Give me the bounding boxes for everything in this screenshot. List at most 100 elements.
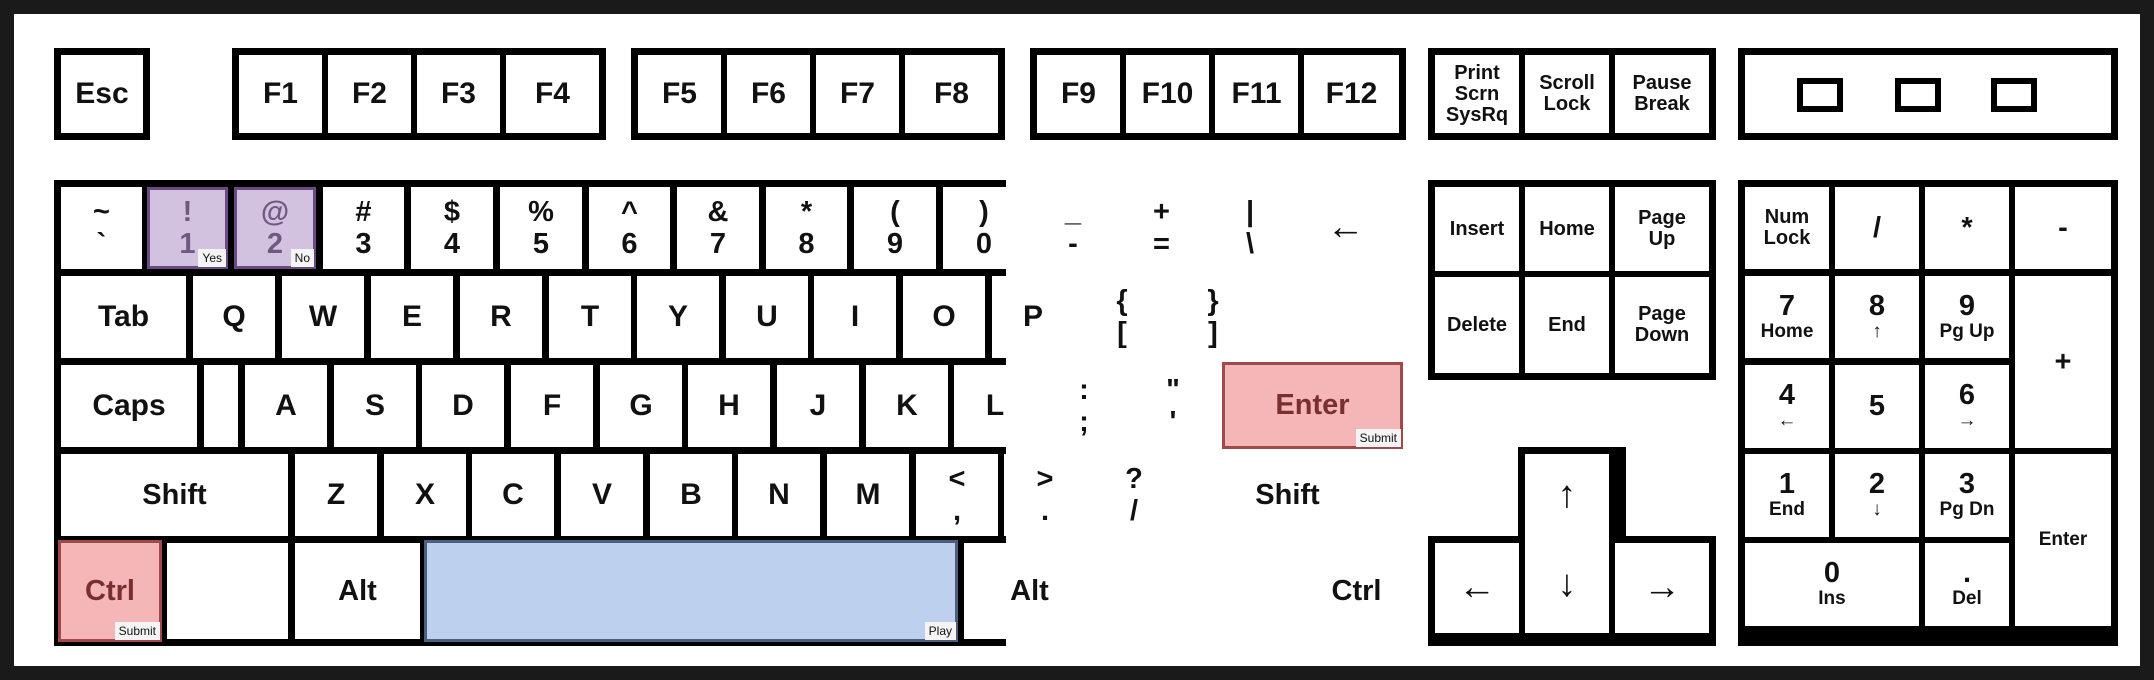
key-tab[interactable]: Tab	[61, 276, 186, 358]
key-k[interactable]: K	[866, 365, 948, 447]
key-right-win[interactable]	[1102, 543, 1226, 639]
key-x[interactable]: X	[384, 454, 466, 536]
key-i[interactable]: I	[814, 276, 896, 358]
key-arrow-down[interactable]: ↓	[1525, 536, 1609, 633]
key-numpad-5[interactable]: 5	[1835, 365, 1919, 448]
key-arrow-right[interactable]: →	[1615, 543, 1709, 633]
key-f3[interactable]: F3	[417, 55, 500, 133]
key-insert[interactable]: Insert	[1435, 187, 1519, 271]
key-num-lock[interactable]: Num Lock	[1745, 187, 1829, 269]
key-left-shift[interactable]: Shift	[61, 454, 288, 536]
key-d[interactable]: D	[422, 365, 504, 447]
key-backspace[interactable]: ←	[1298, 187, 1393, 269]
key-t[interactable]: T	[549, 276, 631, 358]
key-m[interactable]: M	[827, 454, 909, 536]
key-arrow-left[interactable]: ←	[1435, 543, 1519, 633]
key-numpad-divide[interactable]: /	[1835, 187, 1919, 269]
key-6[interactable]: ^ 6	[589, 187, 670, 269]
key-3[interactable]: #3	[323, 187, 404, 269]
key-arrow-up[interactable]: ↑	[1525, 454, 1609, 537]
key-end[interactable]: End	[1525, 277, 1609, 373]
key-e[interactable]: E	[371, 276, 453, 358]
key-4[interactable]: $4	[411, 187, 493, 269]
key-numpad-subtract[interactable]: -	[2015, 187, 2111, 269]
key-u[interactable]: U	[726, 276, 808, 358]
key-period[interactable]: >.	[1004, 454, 1086, 536]
key-9[interactable]: (9	[854, 187, 936, 269]
key-page-down[interactable]: Page Down	[1615, 277, 1709, 373]
key-0[interactable]: ) 0	[943, 187, 1025, 269]
key-enter-upper[interactable]	[1264, 276, 1393, 358]
key-numpad-2[interactable]: 2 ↓	[1835, 454, 1919, 537]
key-w[interactable]: W	[282, 276, 364, 358]
key-numpad-3[interactable]: 3 Pg Dn	[1925, 454, 2009, 537]
key-a[interactable]: A	[245, 365, 327, 447]
key-left-ctrl[interactable]: Ctrl Submit	[58, 540, 162, 642]
key-f8[interactable]: F8	[905, 55, 998, 133]
key-page-up[interactable]: Page Up	[1615, 187, 1709, 271]
key-g[interactable]: G	[600, 365, 682, 447]
key-f5[interactable]: F5	[638, 55, 721, 133]
key-numpad-7[interactable]: 7 Home	[1745, 276, 1829, 358]
key-f10[interactable]: F10	[1126, 55, 1209, 133]
key-backslash[interactable]: | \	[1209, 187, 1291, 269]
key-right-alt[interactable]: Alt	[964, 543, 1095, 639]
key-q[interactable]: Q	[193, 276, 275, 358]
key-j[interactable]: J	[777, 365, 859, 447]
key-home[interactable]: Home	[1525, 187, 1609, 271]
key-left-bracket[interactable]: {[	[1081, 276, 1163, 358]
key-right-bracket[interactable]: }]	[1169, 276, 1257, 358]
key-5[interactable]: % 5	[500, 187, 582, 269]
key-left-alt[interactable]: Alt	[295, 543, 420, 639]
key-semicolon[interactable]: :;	[1043, 365, 1125, 447]
key-r[interactable]: R	[460, 276, 542, 358]
key-numpad-decimal[interactable]: . Del	[1925, 543, 2009, 626]
key-f4[interactable]: F4	[506, 55, 599, 133]
key-scroll-lock[interactable]: Scroll Lock	[1525, 55, 1609, 133]
key-delete[interactable]: Delete	[1435, 277, 1519, 373]
key-f2[interactable]: F2	[328, 55, 411, 133]
key-s[interactable]: S	[334, 365, 416, 447]
key-7[interactable]: & 7	[677, 187, 759, 269]
key-v[interactable]: V	[561, 454, 643, 536]
key-enter[interactable]: Enter Submit	[1222, 362, 1403, 449]
key-quote[interactable]: " '	[1132, 365, 1214, 447]
key-b[interactable]: B	[650, 454, 732, 536]
key-esc[interactable]: Esc	[61, 55, 143, 133]
key-numpad-4[interactable]: 4 ←	[1745, 365, 1829, 448]
key-f11[interactable]: F11	[1215, 55, 1298, 133]
key-numpad-9[interactable]: 9 Pg Up	[1925, 276, 2009, 358]
key-f12[interactable]: F12	[1304, 55, 1399, 133]
key-2[interactable]: @2 No	[234, 187, 316, 269]
key-o[interactable]: O	[903, 276, 985, 358]
key-8[interactable]: * 8	[766, 187, 847, 269]
key-pause-break[interactable]: Pause Break	[1615, 55, 1709, 133]
key-numpad-1[interactable]: 1 End	[1745, 454, 1829, 537]
key-h[interactable]: H	[688, 365, 770, 447]
key-equals[interactable]: + =	[1121, 187, 1202, 269]
key-f1[interactable]: F1	[239, 55, 322, 133]
key-minus[interactable]: _ -	[1032, 187, 1114, 269]
key-n[interactable]: N	[738, 454, 820, 536]
key-space[interactable]: Play	[424, 540, 958, 642]
key-slash[interactable]: ? /	[1093, 454, 1175, 536]
key-z[interactable]: Z	[295, 454, 377, 536]
key-numpad-6[interactable]: 6 →	[1925, 365, 2009, 448]
key-f6[interactable]: F6	[727, 55, 810, 133]
key-menu[interactable]	[1233, 543, 1313, 639]
key-caps-lock[interactable]: Caps	[61, 365, 197, 447]
key-f[interactable]: F	[511, 365, 593, 447]
key-1[interactable]: ! 1 Yes	[147, 187, 228, 269]
key-p[interactable]: P	[992, 276, 1074, 358]
key-numpad-multiply[interactable]: *	[1925, 187, 2009, 269]
key-right-shift[interactable]: Shift	[1182, 454, 1393, 536]
key-f9[interactable]: F9	[1037, 55, 1120, 133]
key-left-win[interactable]	[167, 543, 288, 639]
key-f7[interactable]: F7	[816, 55, 899, 133]
key-numpad-0[interactable]: 0 Ins	[1745, 543, 1919, 626]
key-y[interactable]: Y	[637, 276, 719, 358]
key-blank-home[interactable]	[204, 365, 238, 447]
key-numpad-8[interactable]: 8 ↑	[1835, 276, 1919, 358]
key-numpad-enter[interactable]: Enter	[2015, 454, 2111, 626]
key-c[interactable]: C	[472, 454, 554, 536]
